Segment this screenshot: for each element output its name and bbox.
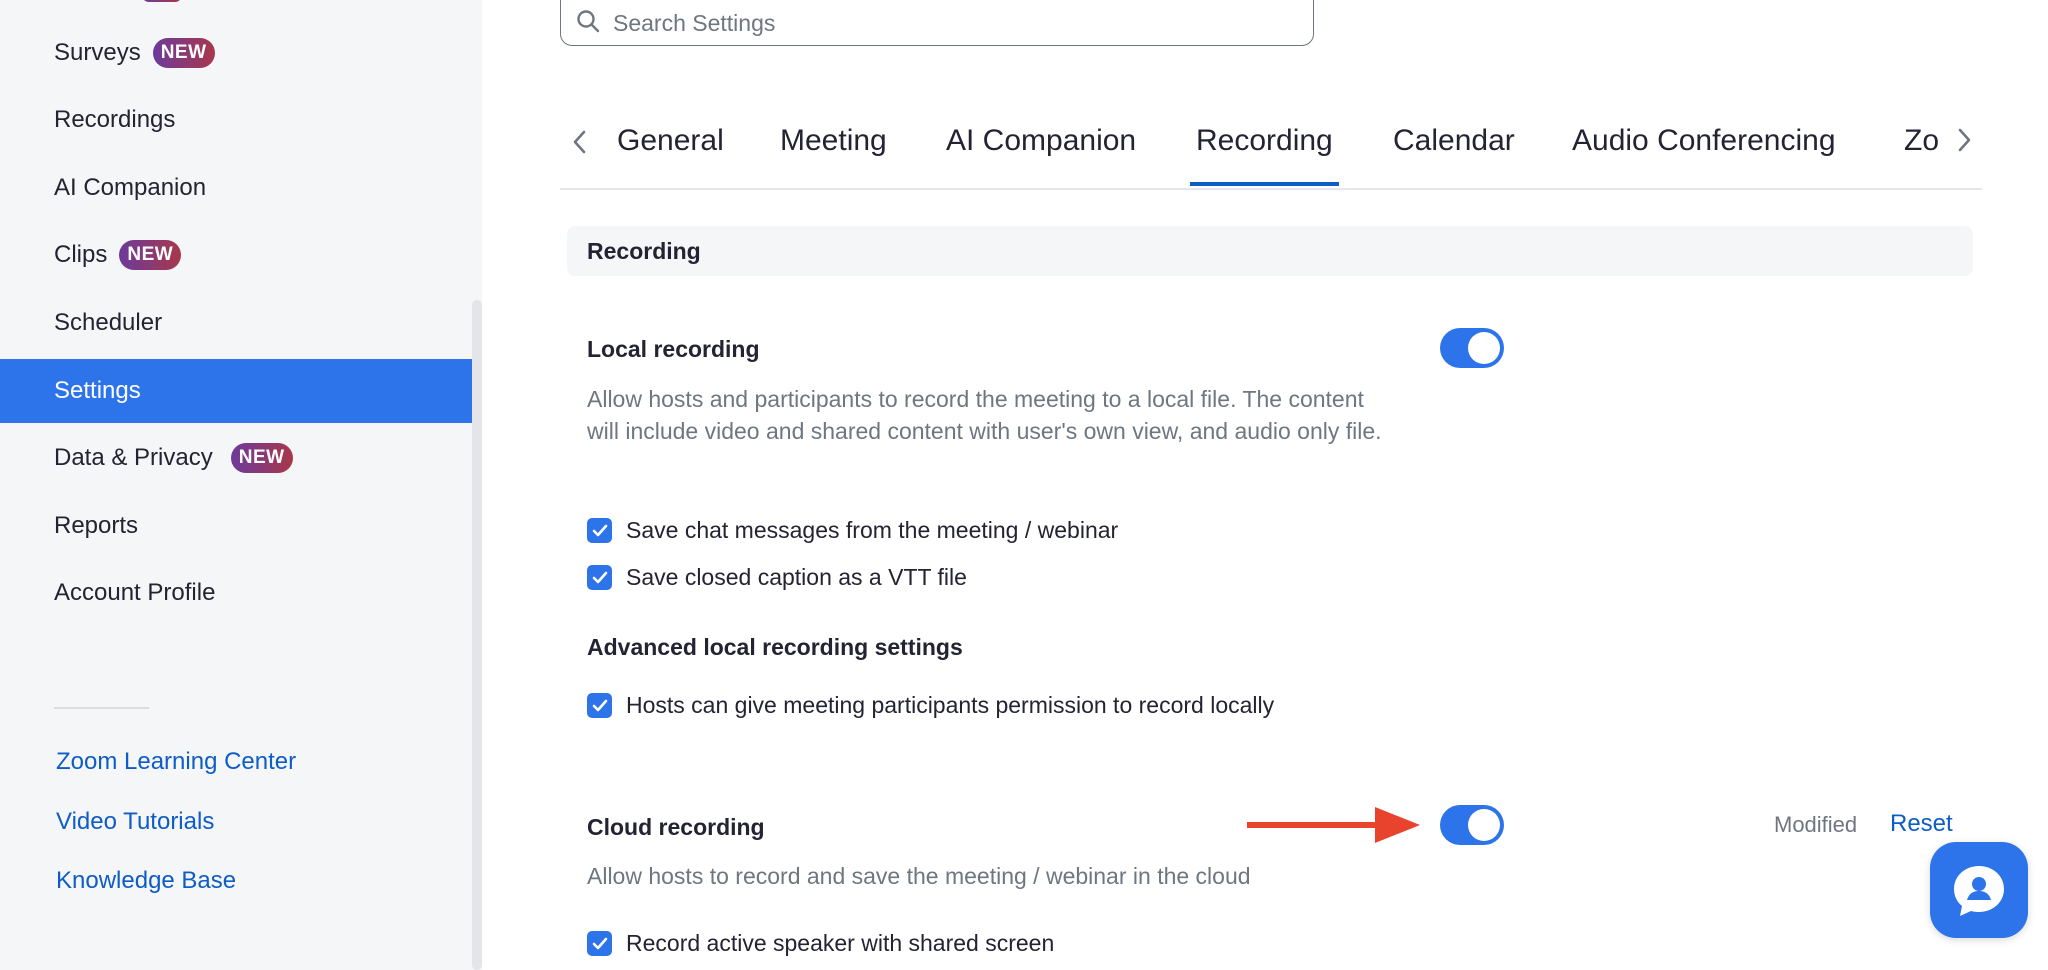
advanced-local-recording-title: Advanced local recording settings xyxy=(587,634,963,660)
new-badge-partial xyxy=(142,0,182,2)
settings-tabs: General Meeting AI Companion Recording C… xyxy=(560,110,1982,190)
cloud-recording-toggle[interactable] xyxy=(1440,805,1504,845)
link-knowledge-base[interactable]: Knowledge Base xyxy=(56,867,236,895)
sidebar-item-surveys[interactable]: Surveys NEW xyxy=(0,21,472,85)
sidebar-item-reports[interactable]: Reports xyxy=(0,494,472,558)
sidebar-item-label: Settings xyxy=(54,377,141,404)
chevron-left-icon[interactable] xyxy=(572,128,588,161)
red-arrow-icon xyxy=(1245,803,1420,852)
local-recording-toggle[interactable] xyxy=(1440,328,1504,368)
sidebar-item-account-profile[interactable]: Account Profile xyxy=(0,561,472,625)
tab-zoom-partial[interactable]: Zo xyxy=(1904,124,1938,158)
sidebar-item-label: Account Profile xyxy=(54,579,216,606)
sidebar-item-label: AI Companion xyxy=(54,174,207,201)
sidebar-item-data-privacy[interactable]: Data & Privacy NEW xyxy=(0,426,472,490)
checkbox-record-active-speaker[interactable] xyxy=(587,931,612,956)
option-record-active-speaker: Record active speaker with shared screen xyxy=(587,930,1054,957)
option-label: Save closed caption as a VTT file xyxy=(626,564,967,590)
tab-calendar[interactable]: Calendar xyxy=(1393,124,1515,158)
option-label: Hosts can give meeting participants perm… xyxy=(626,692,1275,718)
checkbox-hosts-permission[interactable] xyxy=(587,693,612,718)
new-badge: NEW xyxy=(230,443,293,473)
tab-audio-conferencing[interactable]: Audio Conferencing xyxy=(1572,124,1836,158)
sidebar-divider xyxy=(54,707,149,709)
new-badge: NEW xyxy=(152,38,215,68)
option-hosts-permission: Hosts can give meeting participants perm… xyxy=(587,692,1274,719)
search-box[interactable] xyxy=(560,0,1314,46)
tab-ai-companion[interactable]: AI Companion xyxy=(946,124,1136,158)
local-recording-description: Allow hosts and participants to record t… xyxy=(587,386,1382,444)
option-label: Record active speaker with shared screen xyxy=(626,930,1055,956)
sidebar-item-label: Scheduler xyxy=(54,309,163,336)
toggle-knob xyxy=(1468,332,1500,364)
sidebar-item-scheduler[interactable]: Scheduler xyxy=(0,291,472,355)
modified-label: Modified xyxy=(1774,812,1858,837)
sidebar-item-clips[interactable]: Clips NEW xyxy=(0,223,472,287)
search-icon xyxy=(576,9,600,38)
reset-link[interactable]: Reset xyxy=(1890,810,1953,838)
chat-support-icon xyxy=(1950,862,2008,925)
checkmark-icon xyxy=(592,699,607,711)
new-badge: NEW xyxy=(119,240,182,270)
toggle-knob xyxy=(1468,809,1500,841)
sidebar-item-recordings[interactable]: Recordings xyxy=(0,88,472,152)
sidebar-item-label: Reports xyxy=(54,512,139,539)
option-save-caption: Save closed caption as a VTT file xyxy=(587,564,967,591)
option-label: Save chat messages from the meeting / we… xyxy=(626,517,1119,543)
search-input[interactable] xyxy=(611,8,1275,38)
sidebar-scrollbar[interactable] xyxy=(472,300,482,970)
checkmark-icon xyxy=(592,524,607,536)
section-header-recording: Recording xyxy=(567,226,1973,276)
tab-recording[interactable]: Recording xyxy=(1190,124,1339,186)
option-save-chat: Save chat messages from the meeting / we… xyxy=(587,517,1118,544)
chevron-right-icon[interactable] xyxy=(1950,126,1982,166)
checkmark-icon xyxy=(592,937,607,949)
local-recording-title: Local recording xyxy=(587,336,760,362)
chat-support-button[interactable] xyxy=(1930,842,2028,938)
sidebar-item-label: Clips xyxy=(54,241,108,268)
sidebar-item-label: Recordings xyxy=(54,106,176,133)
sidebar-item-label: Surveys xyxy=(54,39,141,66)
link-zoom-learning-center[interactable]: Zoom Learning Center xyxy=(56,748,296,776)
sidebar-item-ai-companion[interactable]: AI Companion xyxy=(0,156,472,220)
checkbox-save-chat[interactable] xyxy=(587,518,612,543)
tab-general[interactable]: General xyxy=(617,124,724,158)
sidebar: Surveys NEW Recordings AI Companion Clip… xyxy=(0,0,482,970)
sidebar-item-settings[interactable]: Settings xyxy=(0,359,472,423)
cloud-recording-description: Allow hosts to record and save the meeti… xyxy=(587,863,1251,889)
sidebar-item-label: Data & Privacy xyxy=(54,444,213,471)
checkbox-save-caption[interactable] xyxy=(587,565,612,590)
checkmark-icon xyxy=(592,571,607,583)
link-video-tutorials[interactable]: Video Tutorials xyxy=(56,808,214,836)
tab-meeting[interactable]: Meeting xyxy=(780,124,887,158)
cloud-recording-title: Cloud recording xyxy=(587,814,765,840)
